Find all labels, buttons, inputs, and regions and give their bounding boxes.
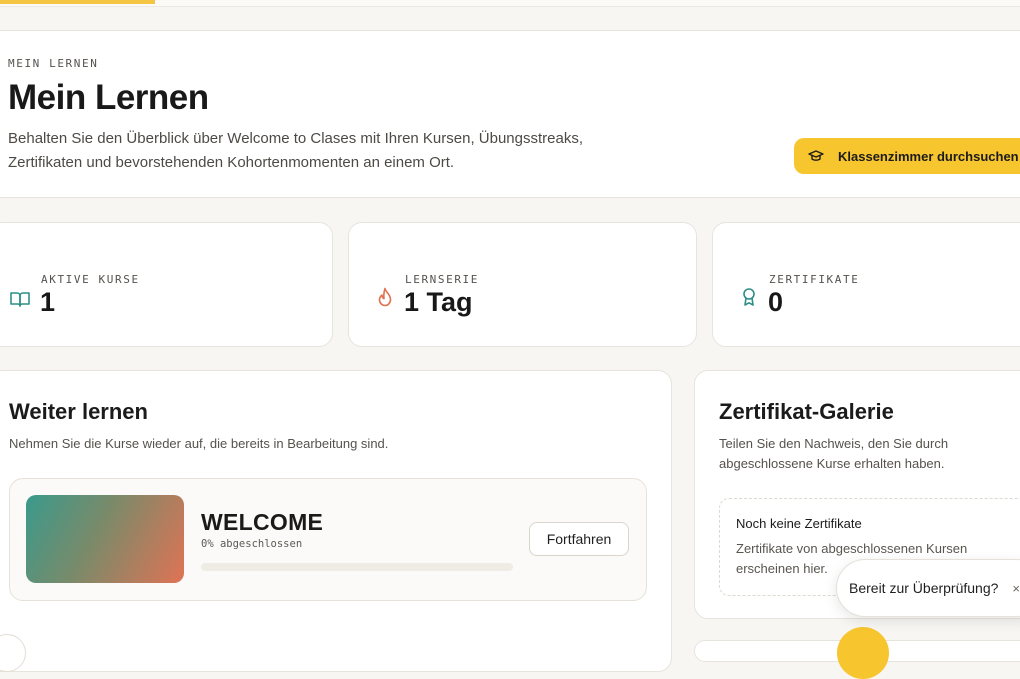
award-icon xyxy=(743,288,755,306)
section-subtitle: Nehmen Sie die Kurse wieder auf, die ber… xyxy=(9,436,389,451)
active-tab-indicator xyxy=(0,0,155,4)
flame-icon xyxy=(378,287,392,307)
page-description: Behalten Sie den Überblick über Welcome … xyxy=(8,130,584,171)
empty-state-title: Noch keine Zertifikate xyxy=(736,516,862,531)
stat-card-active-courses: AKTIVE KURSE 1 xyxy=(0,222,333,347)
course-progress-text: 0% abgeschlossen xyxy=(201,538,303,550)
page-eyebrow: MEIN LERNEN xyxy=(8,57,99,70)
course-thumbnail xyxy=(26,495,184,583)
browse-classroom-button[interactable]: Klassenzimmer durchsuchen xyxy=(794,138,1020,174)
stat-label: AKTIVE KURSE xyxy=(41,273,140,286)
close-icon[interactable]: × xyxy=(1012,581,1020,596)
section-subtitle: Teilen Sie den Nachweis, den Sie durch a… xyxy=(719,436,949,471)
stat-label: LERNSERIE xyxy=(405,273,480,286)
course-card[interactable]: WELCOME 0% abgeschlossen Fortfahren xyxy=(9,478,647,601)
continue-course-button[interactable]: Fortfahren xyxy=(529,522,629,556)
top-nav-strip xyxy=(0,0,1020,7)
book-open-icon xyxy=(10,292,30,307)
page-header-card: MEIN LERNEN Mein Lernen Behalten Sie den… xyxy=(0,30,1020,198)
section-title: Weiter lernen xyxy=(9,399,148,424)
continue-learning-card: Weiter lernen Nehmen Sie die Kurse wiede… xyxy=(0,370,672,672)
toast-text: Bereit zur Überprüfung? xyxy=(849,580,999,596)
graduation-cap-icon xyxy=(808,150,824,161)
course-progress-bar xyxy=(201,563,513,571)
stat-value: 1 xyxy=(40,287,56,317)
browse-classroom-label: Klassenzimmer durchsuchen xyxy=(838,148,1019,164)
section-title: Zertifikat-Galerie xyxy=(719,399,894,424)
page-title: Mein Lernen xyxy=(8,78,209,117)
stat-value: 0 xyxy=(768,287,784,317)
stat-label: ZERTIFIKATE xyxy=(769,273,860,286)
stat-card-streak: LERNSERIE 1 Tag xyxy=(348,222,697,347)
stat-value: 1 Tag xyxy=(404,287,473,317)
review-prompt-toast[interactable]: Bereit zur Überprüfung? × xyxy=(836,559,1020,617)
stat-card-certificates: ZERTIFIKATE 0 xyxy=(712,222,1020,347)
help-fab-button[interactable] xyxy=(837,627,889,679)
course-title: WELCOME xyxy=(201,509,324,535)
